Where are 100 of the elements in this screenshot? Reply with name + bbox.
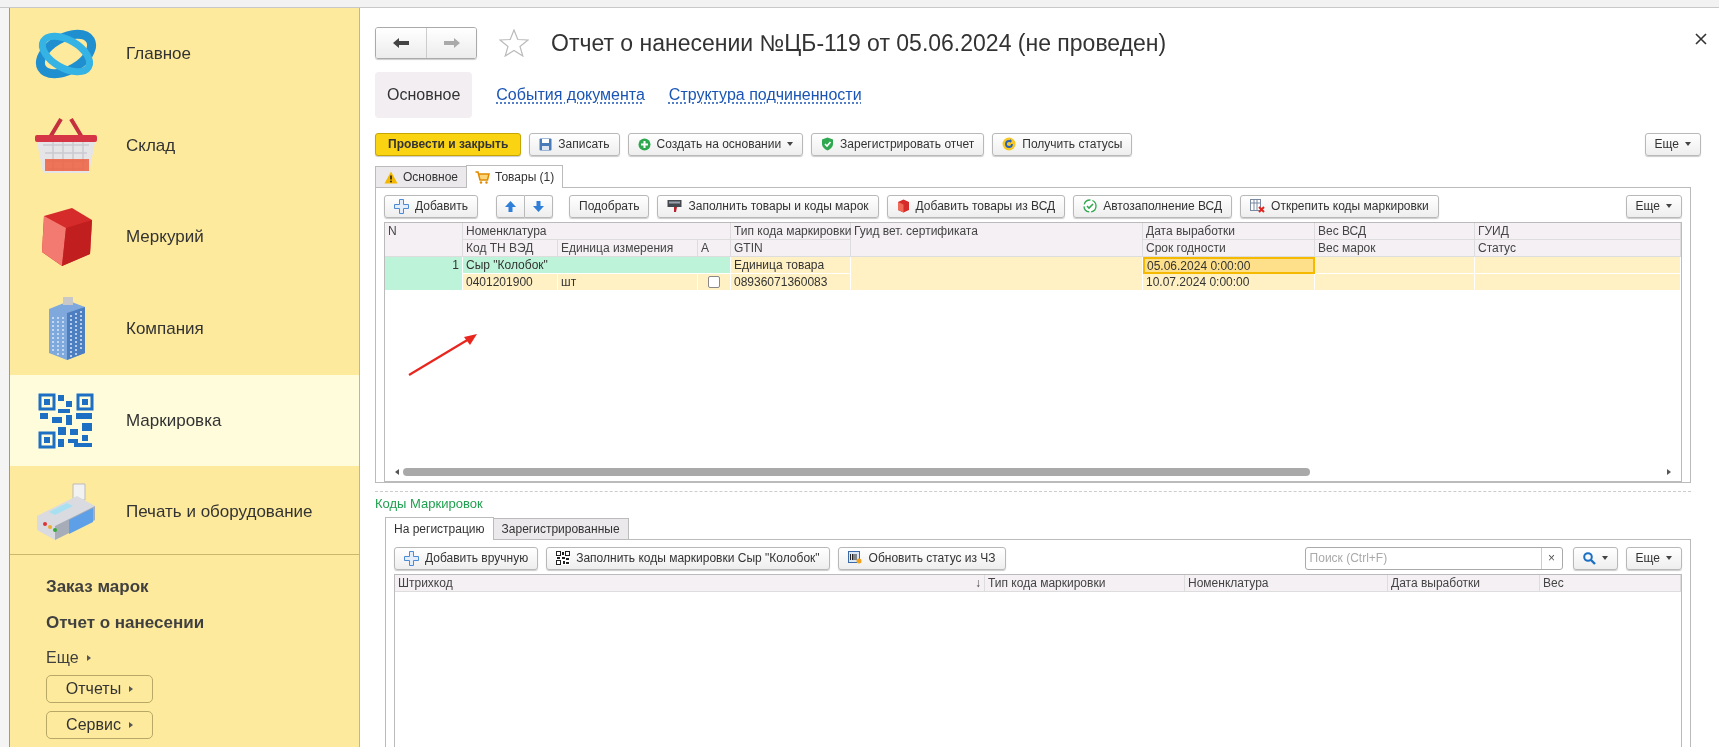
column-header[interactable]: Тип кода маркировки: [985, 575, 1185, 592]
column-header: Тип кода маркировки: [731, 223, 851, 240]
tab[interactable]: Товары (1): [466, 165, 564, 188]
caret-icon: [129, 686, 134, 693]
cart-icon: [475, 170, 490, 184]
tab[interactable]: На регистрацию: [385, 517, 494, 540]
toolbar-button[interactable]: Добавить товары из ВСД: [886, 194, 1066, 218]
annotation-arrow: [407, 331, 479, 377]
column-header: Вес марок: [1315, 240, 1475, 257]
sidebar-item[interactable]: Маркировка: [10, 374, 359, 467]
table-cell: 10.07.2024 0:00:00: [1143, 274, 1315, 291]
window-title: Отчет о нанесении №ЦБ-119 от 05.06.2024 (не проведен): [551, 29, 1167, 57]
checkbox[interactable]: [708, 276, 720, 288]
warning-icon: [384, 170, 398, 184]
qr-code-icon: [38, 392, 94, 449]
more-link[interactable]: Еще: [46, 641, 359, 676]
link[interactable]: События документа: [496, 72, 645, 118]
table-cell: 0401201900: [463, 274, 558, 291]
table-delete-icon: [1250, 199, 1266, 213]
close-icon[interactable]: [1695, 33, 1707, 45]
caret-icon: [1685, 142, 1691, 146]
sidebar-item[interactable]: Меркурий: [10, 191, 359, 283]
more-button[interactable]: Еще: [1644, 132, 1701, 156]
column-header: ГУИД: [1475, 223, 1681, 240]
plus-circle-icon: [637, 137, 651, 151]
toolbar-button[interactable]: Заполнить коды маркировки Сыр "Колобок": [546, 546, 830, 570]
table-cell: 08936071360083: [731, 274, 851, 291]
cube-icon: [896, 199, 910, 213]
column-header: Код ТН ВЭД: [463, 240, 558, 257]
search-field[interactable]: Поиск (Ctrl+F) ×: [1304, 546, 1563, 570]
toolbar-button[interactable]: Создать на основании: [627, 132, 804, 156]
toolbar-button[interactable]: Обновить статус из ЧЗ: [837, 546, 1006, 570]
back-arrow-icon: [392, 37, 410, 49]
sidebar-item[interactable]: Склад: [10, 99, 359, 192]
refresh-icon: [1002, 137, 1017, 151]
table-cell: Сыр "Колобок": [463, 257, 731, 274]
column-header: GTIN: [731, 240, 851, 257]
toolbar-button[interactable]: Добавить вручную: [394, 546, 539, 570]
column-header[interactable]: Вес: [1540, 575, 1681, 592]
qr-code-icon: [556, 551, 571, 565]
table-cell: Единица товара: [731, 257, 851, 274]
sidebar-item[interactable]: Главное: [10, 8, 359, 100]
printer-icon: [667, 199, 683, 213]
forward-arrow-icon: [442, 37, 461, 49]
column-header[interactable]: Номенклатура: [1185, 575, 1388, 592]
toolbar-button[interactable]: Открепить коды маркировки: [1240, 194, 1439, 218]
toolbar-button[interactable]: Получить статусы: [992, 132, 1133, 156]
plus-icon: [404, 550, 419, 566]
column-header[interactable]: Штрихкод ↓: [395, 575, 985, 592]
column-header: Статус: [1475, 240, 1681, 257]
toolbar-button[interactable]: Добавить: [384, 194, 479, 218]
sidebar-item[interactable]: Печать и оборудование: [10, 466, 359, 559]
tab[interactable]: Зарегистрированные: [492, 518, 629, 539]
more-button[interactable]: Еще: [1625, 194, 1682, 218]
search-button[interactable]: [1572, 546, 1618, 570]
column-header: Вес ВСД: [1315, 223, 1475, 240]
sort-arrow: ↓: [975, 576, 981, 590]
caret-icon: [1666, 556, 1672, 560]
table-cell: шт: [558, 274, 698, 291]
column-header: А: [698, 240, 731, 257]
section-title: Коды Маркировок: [375, 496, 484, 513]
scanner-icon: [847, 551, 863, 565]
sidebar-link[interactable]: Отчет о нанесении: [46, 605, 359, 642]
plus-icon: [394, 198, 409, 214]
caret-icon: [1601, 556, 1608, 560]
column-header: N: [385, 223, 463, 257]
move-up-button[interactable]: [496, 194, 526, 218]
sidebar-link[interactable]: Заказ марок: [46, 569, 359, 606]
caret-icon: [787, 142, 794, 146]
shield-icon: [821, 137, 835, 151]
save-icon: [539, 137, 553, 151]
menu-button[interactable]: Сервис: [46, 711, 153, 740]
toolbar-button[interactable]: Автозаполнение ВСД: [1073, 194, 1233, 218]
column-header[interactable]: Дата выработки: [1388, 575, 1540, 592]
scrollbar[interactable]: [395, 467, 1671, 477]
menu-button[interactable]: Отчеты: [46, 675, 153, 704]
table-cell: 1: [385, 257, 463, 291]
toolbar-button[interactable]: Зарегистрировать отчет: [811, 132, 985, 156]
back-button[interactable]: [376, 28, 426, 58]
column-header: Гуид вет. сертификата: [851, 223, 1143, 257]
tab[interactable]: Основное: [375, 166, 467, 187]
column-header: Дата выработки: [1143, 223, 1315, 240]
tab[interactable]: Основное: [375, 72, 473, 118]
move-down-button[interactable]: [525, 194, 554, 218]
post-and-close-button[interactable]: Провести и закрыть: [375, 132, 522, 156]
link[interactable]: Структура подчиненности: [668, 72, 862, 118]
up-arrow-icon: [504, 199, 518, 213]
caret-icon: [1666, 204, 1672, 208]
clear-button[interactable]: ×: [1540, 547, 1562, 569]
star-icon[interactable]: [499, 29, 529, 57]
down-arrow-icon: [532, 199, 546, 213]
sidebar-item[interactable]: Компания: [10, 283, 359, 375]
caret-icon: [86, 655, 91, 662]
table-cell: 05.06.2024 0:00:00: [1143, 257, 1315, 274]
toolbar-button[interactable]: Записать: [529, 132, 620, 156]
toolbar-button[interactable]: Заполнить товары и коды марок: [657, 194, 879, 218]
toolbar-button[interactable]: Подобрать: [569, 194, 650, 218]
more-button[interactable]: Еще: [1625, 546, 1682, 570]
check-icon: [1083, 199, 1098, 213]
column-header: Единица измерения: [558, 240, 698, 257]
